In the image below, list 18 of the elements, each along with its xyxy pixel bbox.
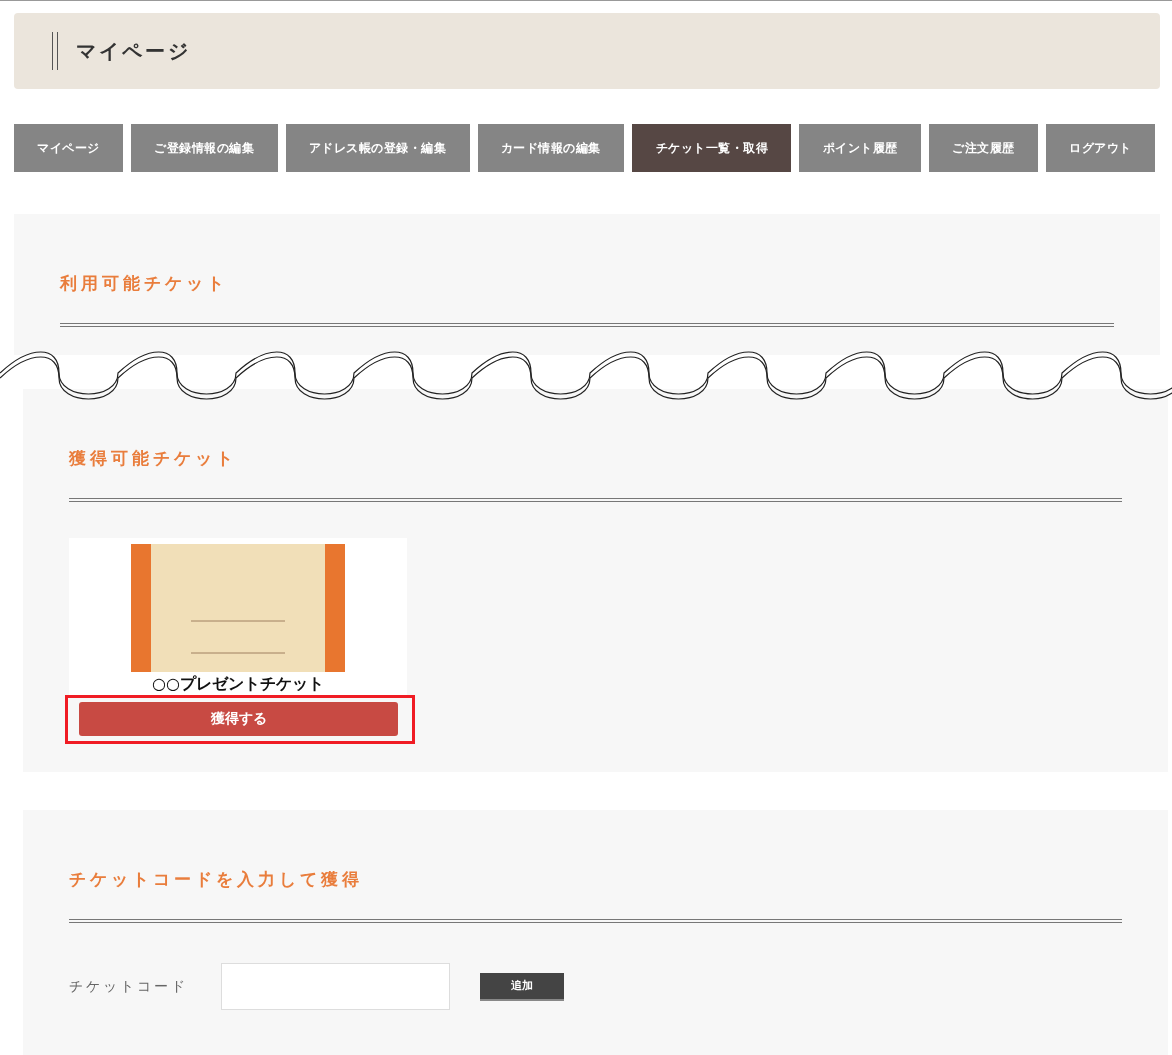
- nav-tab[interactable]: マイページ: [14, 124, 124, 172]
- section-heading: 利用可能チケット: [60, 272, 229, 295]
- nav-tab[interactable]: チケット一覧・取得: [632, 124, 792, 172]
- nav-tab[interactable]: ログアウト: [1045, 124, 1155, 172]
- add-button[interactable]: 追加: [480, 972, 564, 1001]
- page-title: マイページ: [76, 37, 191, 65]
- field-label: チケットコード: [69, 977, 189, 996]
- ticket-name: ○○プレゼントチケット: [152, 674, 324, 695]
- nav-tab[interactable]: カード情報の編集: [477, 124, 625, 172]
- nav-tab[interactable]: ご注文履歴: [928, 124, 1038, 172]
- nav-tab[interactable]: ポイント履歴: [799, 124, 921, 172]
- nav-tab[interactable]: アドレス帳の登録・編集: [285, 124, 470, 172]
- header-bars-icon: [52, 32, 58, 70]
- section-heading: チケットコードを入力して獲得: [69, 868, 364, 891]
- ticket-code-input[interactable]: [221, 963, 450, 1010]
- get-ticket-button[interactable]: 獲得する: [79, 702, 398, 736]
- section-heading: 獲得可能チケット: [69, 447, 238, 470]
- nav-tab[interactable]: ご登録情報の編集: [131, 124, 278, 172]
